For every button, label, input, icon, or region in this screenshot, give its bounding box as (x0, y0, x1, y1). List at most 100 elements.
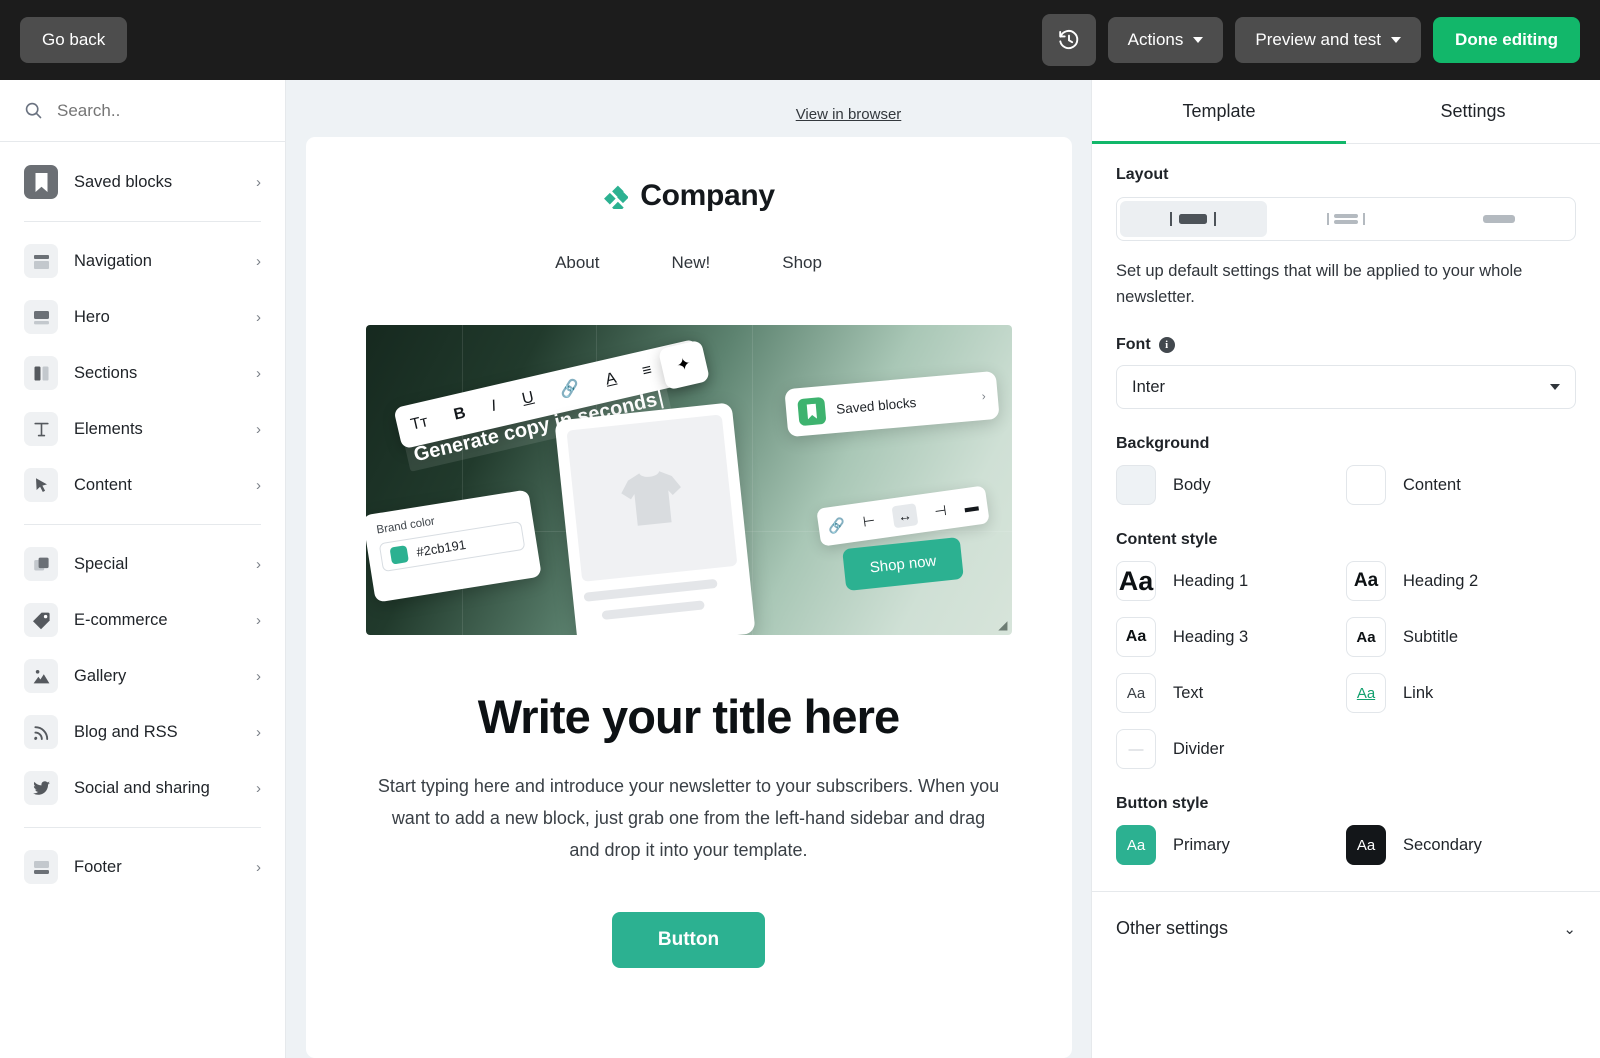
sidebar-item-gallery[interactable]: Gallery › (0, 648, 285, 704)
top-toolbar-actions: Actions Preview and test Done editing (1041, 14, 1580, 66)
content-style-heading-1[interactable]: Aa Heading 1 (1116, 561, 1346, 602)
sparkle-ai-icon: ✦ (674, 353, 693, 376)
sidebar-item-special[interactable]: Special › (0, 536, 285, 592)
workspace: Saved blocks›Navigation›Hero›Sections›El… (0, 80, 1600, 1058)
tab-template[interactable]: Template (1092, 80, 1346, 144)
hero-saved-blocks-label: Saved blocks (835, 394, 917, 417)
hero-block-icon (24, 300, 58, 334)
style-sample: Aa (1356, 628, 1376, 646)
swatch-label: Link (1403, 683, 1434, 702)
email-nav-link-about[interactable]: About (555, 253, 599, 273)
button-style-primary[interactable]: Aa Primary (1116, 825, 1346, 866)
layout-selector[interactable] (1116, 197, 1576, 241)
other-settings-label: Other settings (1116, 918, 1229, 939)
content-style-heading-2[interactable]: Aa Heading 2 (1346, 561, 1576, 602)
info-icon[interactable]: i (1158, 337, 1175, 354)
search-input[interactable] (57, 100, 237, 121)
content-style-divider[interactable]: — Divider (1116, 729, 1346, 770)
panel-body: Layout Set up default settings that will… (1092, 144, 1600, 866)
view-in-browser-link[interactable]: View in browser (796, 106, 902, 123)
tab-settings[interactable]: Settings (1346, 80, 1600, 144)
chevron-down-icon (1550, 384, 1560, 391)
hero-format-tool: ≡ (640, 361, 654, 381)
email-cta-button[interactable]: Button (611, 912, 766, 969)
chevron-down-icon (1193, 37, 1204, 43)
blocks-sidebar: Saved blocks› Navigation› Hero › Sections›El… (0, 80, 286, 1058)
hero-product-card (553, 402, 756, 635)
background-swatches: Body Content (1116, 465, 1576, 506)
brand-name: Company (640, 179, 775, 212)
chevron-right-icon: › (256, 667, 261, 685)
swatch-label: Heading 2 (1403, 571, 1479, 590)
version-history-button[interactable] (1041, 14, 1096, 66)
hero-product-line (582, 578, 718, 602)
done-editing-button[interactable]: Done editing (1433, 17, 1580, 63)
button-style-secondary[interactable]: Aa Secondary (1346, 825, 1576, 866)
sidebar-divider (24, 221, 261, 222)
swatch-label: Subtitle (1403, 627, 1459, 646)
background-heading: Background (1116, 435, 1210, 453)
chevron-right-icon: › (256, 723, 261, 741)
sidebar-item-label: Special (74, 554, 129, 573)
layout-narrow-icon (1170, 212, 1217, 226)
sidebar-item-footer[interactable]: Footer › (0, 839, 285, 895)
sidebar-item-e-commerce[interactable]: E-commerce › (0, 592, 285, 648)
sidebar-divider (24, 524, 261, 525)
chevron-right-icon: › (256, 420, 261, 438)
style-sample: Aa (1356, 836, 1376, 854)
style-preview-swatch: — (1116, 729, 1156, 770)
chevron-right-icon: › (256, 308, 261, 326)
layout-option-full-width[interactable] (1425, 201, 1572, 237)
chevron-right-icon: › (980, 388, 986, 404)
go-back-button[interactable]: Go back (20, 17, 128, 63)
tshirt-placeholder-icon (620, 471, 681, 526)
sidebar-item-content[interactable]: Content › (0, 457, 285, 513)
template-settings-panel: Template Settings Layout Set up default … (1092, 80, 1600, 1058)
layers-icon (24, 547, 58, 581)
sidebar-item-elements[interactable]: Elements › (0, 401, 285, 457)
email-title[interactable]: Write your title here (478, 689, 901, 744)
cursor-arrow-icon (24, 468, 58, 502)
text-t-icon (24, 412, 58, 446)
layout-option-narrow-centered[interactable] (1120, 201, 1267, 237)
resize-corner-icon[interactable]: ◢ (998, 618, 1007, 632)
background-body[interactable]: Body (1116, 465, 1346, 506)
swatch-label: Content (1403, 475, 1461, 494)
email-body-text[interactable]: Start typing here and introduce your new… (375, 770, 1003, 866)
bookmark-icon (796, 396, 826, 426)
other-settings-row[interactable]: Other settings ⌄ (1092, 891, 1600, 965)
sidebar-item-blog-and-rss[interactable]: Blog and RSS › (0, 704, 285, 760)
style-preview-swatch: Aa (1116, 617, 1156, 658)
hero-align-tool: ⊢ (861, 511, 876, 530)
sidebar-item-saved-blocks[interactable]: Saved blocks › (0, 154, 285, 210)
search-bar[interactable] (0, 80, 285, 142)
font-select[interactable]: Inter (1116, 365, 1576, 410)
sidebar-item-social-and-sharing[interactable]: Social and sharing › (0, 760, 285, 816)
hero-format-tool: I (489, 397, 498, 416)
preview-and-test-button[interactable]: Preview and test (1235, 17, 1422, 63)
email-nav-link-shop[interactable]: Shop (782, 253, 822, 273)
sidebar-item-label: Hero (74, 307, 110, 326)
style-preview-swatch: Aa (1116, 673, 1156, 714)
content-style-text[interactable]: Aa Text (1116, 673, 1346, 714)
search-icon (25, 102, 42, 119)
button-preview-swatch: Aa (1346, 825, 1386, 866)
hero-saved-blocks-card: Saved blocks › (783, 370, 1000, 438)
background-content[interactable]: Content (1346, 465, 1576, 506)
content-style-link[interactable]: Aa Link (1346, 673, 1576, 714)
layout-option-split-rows[interactable] (1273, 201, 1420, 237)
sidebar-item-label: Gallery (74, 666, 127, 685)
email-nav-link-new-[interactable]: New! (672, 253, 711, 273)
style-sample: Aa (1126, 684, 1146, 702)
style-sample: Aa (1126, 836, 1146, 854)
email-logo-block[interactable]: Company (602, 179, 775, 213)
sidebar-item-navigation[interactable]: Navigation › (0, 233, 285, 289)
sidebar-item-hero[interactable]: Hero › (0, 289, 285, 345)
actions-dropdown-button[interactable]: Actions (1107, 17, 1224, 63)
hero-image-block[interactable]: TᴛBIU🔗A≡# ✦ Generate copy in seconds Bra… (365, 325, 1012, 635)
content-style-subtitle[interactable]: Aa Subtitle (1346, 617, 1576, 658)
content-style-heading-3[interactable]: Aa Heading 3 (1116, 617, 1346, 658)
bookmark-icon (24, 165, 58, 199)
sidebar-item-sections[interactable]: Sections › (0, 345, 285, 401)
sidebar-divider (24, 827, 261, 828)
